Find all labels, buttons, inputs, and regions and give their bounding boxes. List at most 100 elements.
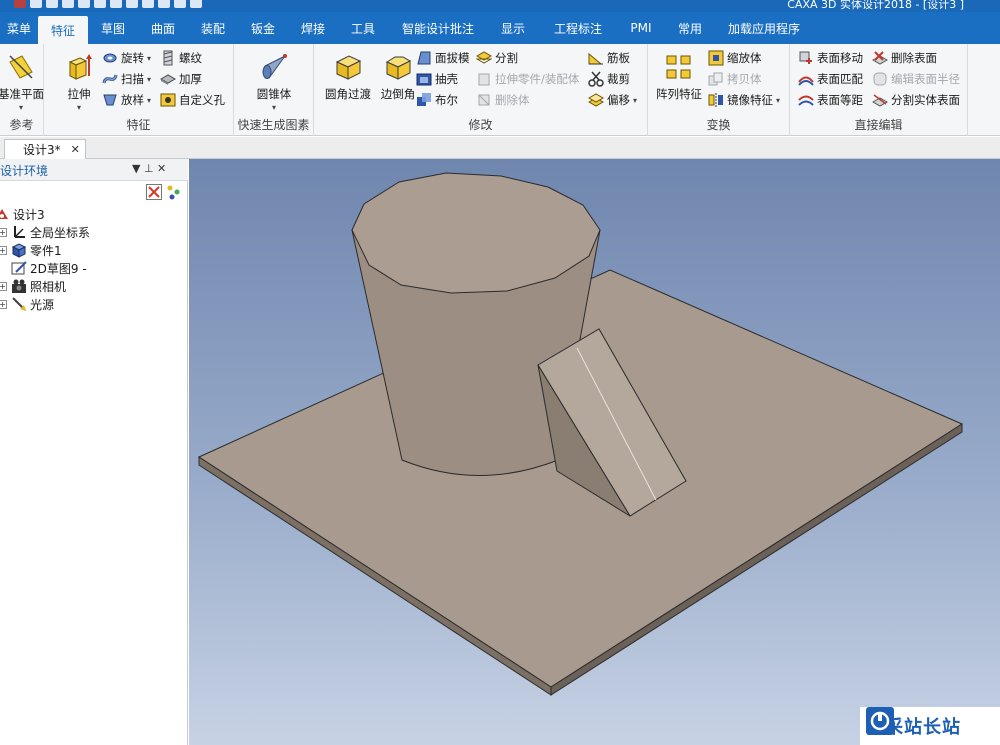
offset-button[interactable]: 偏移 ▾ (588, 90, 637, 110)
datum-plane-icon (9, 55, 33, 79)
window-title: CAXA 3D 实体设计2018 - [设计3 ] (787, 0, 964, 11)
tree-item-light[interactable]: + 光源 (0, 295, 54, 313)
trim-icon (588, 71, 604, 87)
group-label-transform: 变换 (706, 118, 731, 132)
split-button[interactable]: 分割 (476, 48, 518, 68)
3d-viewport[interactable]: 易采站长站 (189, 159, 1000, 745)
extrude-to-part-label: 拉伸零件/装配体 (495, 72, 580, 86)
extrude-to-part-button[interactable]: 拉伸零件/装配体 (476, 69, 579, 89)
doc-tab-label: 设计3* (23, 143, 61, 157)
group-modify: 圆角过渡 边倒角 面拔模 抽壳 布尔 分割 拉伸零件/装配体 删除体 筋板 裁剪… (314, 44, 648, 136)
tree-item-sketch9[interactable]: 2D草图9 - (11, 259, 87, 277)
edit-radius-label: 编辑表面半径 (891, 72, 960, 86)
tab-menu[interactable]: 菜单 (0, 12, 38, 44)
revolve-button[interactable]: 旋转 ▾ (102, 48, 151, 68)
loft-label: 放样 (121, 93, 144, 107)
tab-sketch[interactable]: 草图 (88, 12, 138, 44)
tab-design3[interactable]: 设计3* ✕ (4, 139, 86, 159)
tab-dimension[interactable]: 工程标注 (538, 12, 618, 44)
watermark: 易采站长站 (860, 707, 1000, 745)
expand-icon[interactable]: + (0, 281, 7, 291)
quick-access-toolbar[interactable] (14, 0, 202, 8)
tab-sheet-metal[interactable]: 钣金 (238, 12, 288, 44)
offset-face-button[interactable]: 表面等距 (798, 90, 863, 110)
cone-icon (262, 54, 287, 79)
draft-icon (417, 51, 431, 65)
chamfer-label: 边倒角 (380, 87, 416, 101)
expand-icon[interactable]: + (0, 245, 7, 255)
fillet-icon (335, 55, 362, 80)
shell-button[interactable]: 抽壳 (416, 69, 458, 89)
tab-surface[interactable]: 曲面 (138, 12, 188, 44)
tree-item-design3[interactable]: 设计3 (0, 205, 45, 223)
delete-face-button[interactable]: 删除表面 (872, 48, 937, 68)
expand-icon[interactable]: + (0, 299, 7, 309)
split-face-icon (872, 94, 888, 107)
edit-radius-button[interactable]: 编辑表面半径 (872, 69, 960, 89)
tree-item-label: 设计3 (13, 207, 45, 222)
cone-button[interactable]: 圆锥体 ▾ (249, 48, 299, 112)
match-face-button[interactable]: 表面匹配 (798, 69, 863, 89)
panel-toolbar (0, 181, 188, 203)
tab-assembly[interactable]: 装配 (188, 12, 238, 44)
scale-button[interactable]: 缩放体 (708, 48, 762, 68)
revolve-label: 旋转 (121, 51, 144, 65)
tree-item-global-coords[interactable]: + 全局坐标系 (0, 223, 90, 241)
boolean-label: 布尔 (435, 93, 458, 107)
model-canvas[interactable] (189, 159, 1000, 745)
chevron-down-icon: ▾ (776, 95, 781, 105)
tree-item-part1[interactable]: + 零件1 (0, 241, 62, 259)
boolean-button[interactable]: 布尔 (416, 90, 458, 110)
tab-feature[interactable]: 特征 (38, 16, 88, 44)
expand-icon[interactable]: + (0, 227, 7, 237)
thread-button[interactable]: 螺纹 (160, 48, 202, 68)
scale-icon (708, 50, 724, 66)
close-icon[interactable]: ✕ (71, 143, 80, 156)
thicken-button[interactable]: 加厚 (160, 69, 202, 89)
sweep-button[interactable]: 扫描 ▾ (102, 69, 151, 89)
panel-controls[interactable]: ▼ ⊥ ✕ (132, 162, 166, 175)
tab-display[interactable]: 显示 (488, 12, 538, 44)
cone-label: 圆锥体 (256, 87, 292, 101)
thread-label: 螺纹 (179, 51, 202, 65)
chamfer-button[interactable]: 边倒角 (374, 48, 422, 112)
shell-icon (416, 73, 432, 86)
split-label: 分割 (495, 51, 518, 65)
rib-button[interactable]: 筋板 (588, 48, 630, 68)
datum-plane-button[interactable]: 基准平面 ▾ (0, 48, 46, 112)
tree-filter-icon[interactable] (166, 184, 182, 200)
delete-body-button[interactable]: 删除体 (476, 90, 530, 110)
mirror-icon (708, 93, 723, 107)
trim-button[interactable]: 裁剪 (588, 69, 630, 89)
fillet-button[interactable]: 圆角过渡 (322, 48, 374, 112)
tab-smart-annotation[interactable]: 智能设计批注 (388, 12, 488, 44)
chevron-down-icon: ▾ (633, 95, 638, 105)
custom-hole-button[interactable]: 自定义孔 (160, 90, 225, 110)
tree-item-label: 零件1 (30, 243, 62, 258)
offset-label: 偏移 (607, 93, 630, 107)
delete-face-label: 删除表面 (891, 51, 937, 65)
edit-radius-icon (873, 72, 887, 86)
tab-weld[interactable]: 焊接 (288, 12, 338, 44)
pattern-button[interactable]: 阵列特征 (654, 48, 704, 112)
move-face-button[interactable]: 表面移动 (798, 48, 863, 68)
tab-add-ins[interactable]: 加载应用程序 (716, 12, 812, 44)
menu-tab-bar: 菜单 特征 草图 曲面 装配 钣金 焊接 工具 智能设计批注 显示 工程标注 P… (0, 12, 1000, 44)
split-face-button[interactable]: 分割实体表面 (872, 90, 960, 110)
tab-common[interactable]: 常用 (664, 12, 716, 44)
loft-button[interactable]: 放样 ▾ (102, 90, 151, 110)
delete-icon[interactable] (146, 184, 162, 200)
match-face-label: 表面匹配 (817, 72, 863, 86)
group-label-reference: 参考 (9, 118, 34, 132)
tab-tools[interactable]: 工具 (338, 12, 388, 44)
chamfer-icon (385, 56, 412, 80)
copy-body-button[interactable]: 拷贝体 (708, 69, 762, 89)
tree-item-camera[interactable]: + 照相机 (0, 277, 66, 295)
boolean-icon (417, 93, 431, 106)
tab-pmi[interactable]: PMI (618, 12, 664, 44)
extrude-button[interactable]: 拉伸 ▾ (54, 48, 104, 112)
light-source-icon (12, 297, 26, 311)
mirror-button[interactable]: 镜像特征 ▾ (708, 90, 780, 110)
draft-button[interactable]: 面拔模 (416, 48, 470, 68)
group-quick-generate: 圆锥体 ▾ 快速生成图素 (234, 44, 314, 136)
